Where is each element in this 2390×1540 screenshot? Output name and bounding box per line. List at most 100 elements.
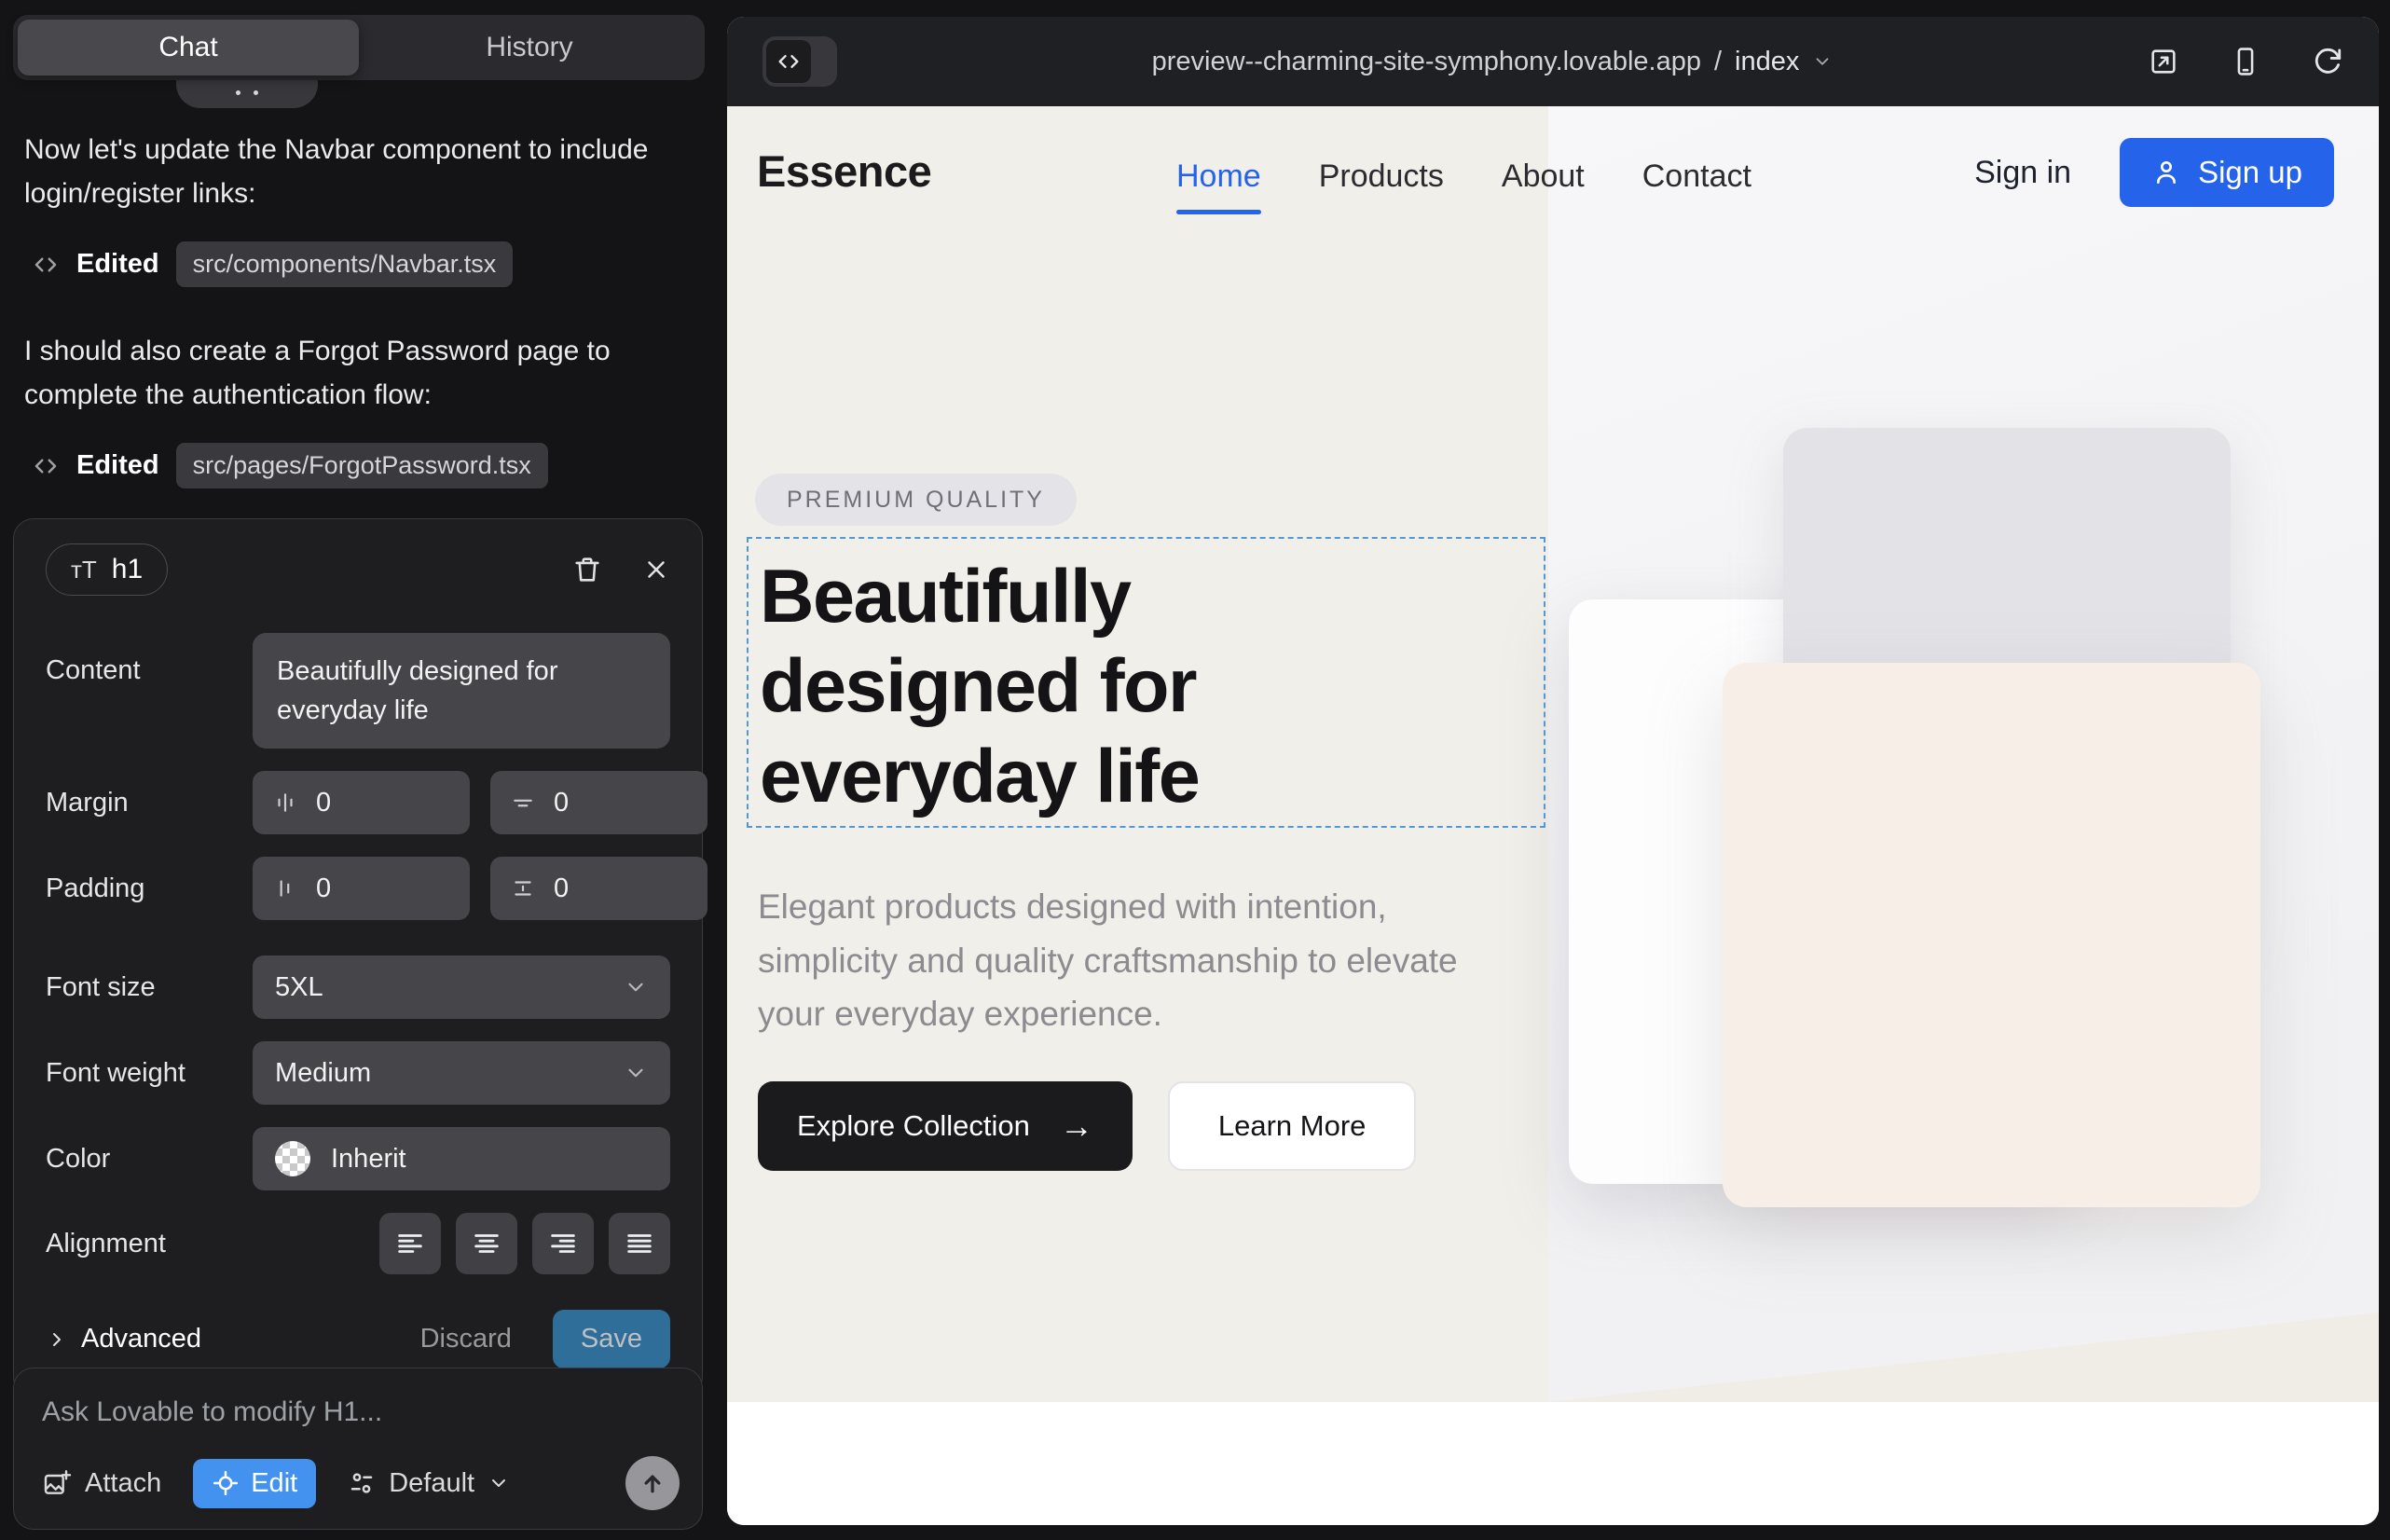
file-chip[interactable]: src/pages/ForgotPassword.tsx <box>176 443 548 488</box>
margin-horizontal-icon <box>273 791 297 815</box>
lovable-app: Chat History Now let's update the Navbar… <box>0 0 2390 1540</box>
align-right-button[interactable] <box>532 1213 594 1274</box>
editor-header: тT h1 <box>46 543 670 596</box>
element-tag: h1 <box>112 554 143 585</box>
advanced-toggle[interactable]: Advanced <box>46 1324 201 1354</box>
margin-y-value: 0 <box>554 788 569 818</box>
site-nav-links: Home Products About Contact <box>1176 158 1751 214</box>
margin-x-input[interactable]: 0 <box>253 771 470 834</box>
element-editor-panel: тT h1 Content Beautifully designed for e… <box>13 518 703 1397</box>
margin-label: Margin <box>46 788 253 818</box>
code-icon[interactable] <box>766 40 811 83</box>
alignment-row: Alignment <box>46 1213 670 1274</box>
sliders-icon <box>348 1469 376 1497</box>
preview-topbar: preview--charming-site-symphony.lovable.… <box>727 17 2379 106</box>
chat-message: Now let's update the Navbar component to… <box>24 129 677 215</box>
padding-horizontal-icon <box>273 876 297 901</box>
close-icon[interactable] <box>642 556 670 584</box>
arrow-up-icon <box>639 1469 666 1497</box>
default-label: Default <box>389 1468 474 1499</box>
sign-in-link[interactable]: Sign in <box>1974 155 2071 191</box>
chevron-down-icon <box>624 1061 648 1085</box>
advanced-label: Advanced <box>81 1324 201 1354</box>
edited-file-row[interactable]: Edited src/pages/ForgotPassword.tsx <box>32 443 694 488</box>
chevron-down-icon <box>488 1472 510 1494</box>
font-size-select[interactable]: 5XL <box>253 956 670 1019</box>
tab-chat[interactable]: Chat <box>18 20 359 76</box>
edited-file-row[interactable]: Edited src/components/Navbar.tsx <box>32 241 694 287</box>
url-separator: / <box>1714 47 1722 77</box>
padding-vertical-icon <box>511 876 535 901</box>
code-icon <box>32 452 60 480</box>
margin-row: Margin 0 0 <box>46 771 670 834</box>
nav-link-about[interactable]: About <box>1502 158 1585 214</box>
attach-button[interactable]: Attach <box>42 1468 161 1499</box>
site-logo[interactable]: Essence <box>757 145 931 197</box>
font-weight-select[interactable]: Medium <box>253 1041 670 1105</box>
padding-x-input[interactable]: 0 <box>253 857 470 920</box>
edit-mode-button[interactable]: Edit <box>193 1459 316 1508</box>
nav-link-home[interactable]: Home <box>1176 158 1261 214</box>
refresh-button[interactable] <box>2312 46 2343 77</box>
nav-link-products[interactable]: Products <box>1319 158 1444 214</box>
explore-collection-button[interactable]: Explore Collection → <box>758 1081 1133 1171</box>
open-in-new-tab-button[interactable] <box>2148 46 2179 77</box>
padding-y-value: 0 <box>554 873 569 904</box>
chat-message: I should also create a Forgot Password p… <box>24 330 677 417</box>
hero-description: Elegant products designed with intention… <box>758 880 1532 1041</box>
send-button[interactable] <box>625 1456 680 1510</box>
margin-y-input[interactable]: 0 <box>490 771 707 834</box>
model-selector[interactable]: Default <box>348 1468 510 1499</box>
h1-selection-outline[interactable]: Beautifully designed for everyday life <box>747 537 1545 828</box>
learn-more-button[interactable]: Learn More <box>1168 1081 1417 1171</box>
editor-footer: Advanced Discard Save <box>46 1310 670 1368</box>
chevron-right-icon <box>46 1328 68 1351</box>
align-center-button[interactable] <box>456 1213 517 1274</box>
crosshair-icon <box>212 1469 240 1497</box>
sign-up-label: Sign up <box>2198 155 2302 190</box>
hero-cta-group: Explore Collection → Learn More <box>758 1081 1416 1171</box>
chevron-down-icon <box>624 975 648 999</box>
content-textarea[interactable]: Beautifully designed for everyday life <box>253 633 670 749</box>
edited-label: Edited <box>76 450 159 481</box>
premium-quality-badge: PREMIUM QUALITY <box>755 474 1077 526</box>
arrow-right-icon: → <box>1060 1107 1093 1146</box>
align-left-button[interactable] <box>379 1213 441 1274</box>
nav-link-contact[interactable]: Contact <box>1642 158 1751 214</box>
element-type-pill: тT h1 <box>46 543 168 596</box>
file-chip[interactable]: src/components/Navbar.tsx <box>176 241 514 287</box>
alignment-label: Alignment <box>46 1229 253 1259</box>
preview-panel: preview--charming-site-symphony.lovable.… <box>727 17 2379 1525</box>
chat-input[interactable]: Ask Lovable to modify H1... <box>42 1396 674 1428</box>
align-justify-button[interactable] <box>609 1213 670 1274</box>
save-button[interactable]: Save <box>553 1310 670 1368</box>
color-label: Color <box>46 1144 253 1175</box>
chat-messages: Now let's update the Navbar component to… <box>13 129 705 488</box>
font-weight-value: Medium <box>275 1058 371 1089</box>
color-select[interactable]: Inherit <box>253 1127 670 1190</box>
color-row: Color Inherit <box>46 1127 670 1190</box>
trash-icon[interactable] <box>571 554 603 585</box>
font-size-value: 5XL <box>275 972 323 1003</box>
url-host: preview--charming-site-symphony.lovable.… <box>1152 47 1701 77</box>
tab-history[interactable]: History <box>359 20 700 76</box>
dot-icon <box>236 90 240 95</box>
hero-headline[interactable]: Beautifully designed for everyday life <box>749 539 1544 821</box>
padding-row: Padding 0 0 <box>46 857 670 920</box>
margin-vertical-icon <box>511 791 535 815</box>
content-label: Content <box>46 633 253 686</box>
font-weight-label: Font weight <box>46 1058 253 1089</box>
decorative-card-cream <box>1723 663 2260 1207</box>
cta-primary-label: Explore Collection <box>797 1109 1030 1143</box>
mobile-view-button[interactable] <box>2230 46 2261 77</box>
color-swatch-icon <box>275 1141 310 1176</box>
code-preview-toggle[interactable] <box>762 36 837 87</box>
font-weight-row: Font weight Medium <box>46 1041 670 1105</box>
padding-y-input[interactable]: 0 <box>490 857 707 920</box>
chat-history-tabs: Chat History <box>13 15 705 80</box>
chat-toolbar: Attach Edit Default <box>42 1456 680 1510</box>
sign-up-button[interactable]: Sign up <box>2120 138 2334 207</box>
preview-url[interactable]: preview--charming-site-symphony.lovable.… <box>837 47 2148 77</box>
headline-line: everyday life <box>760 732 1544 821</box>
discard-button[interactable]: Discard <box>420 1324 512 1354</box>
